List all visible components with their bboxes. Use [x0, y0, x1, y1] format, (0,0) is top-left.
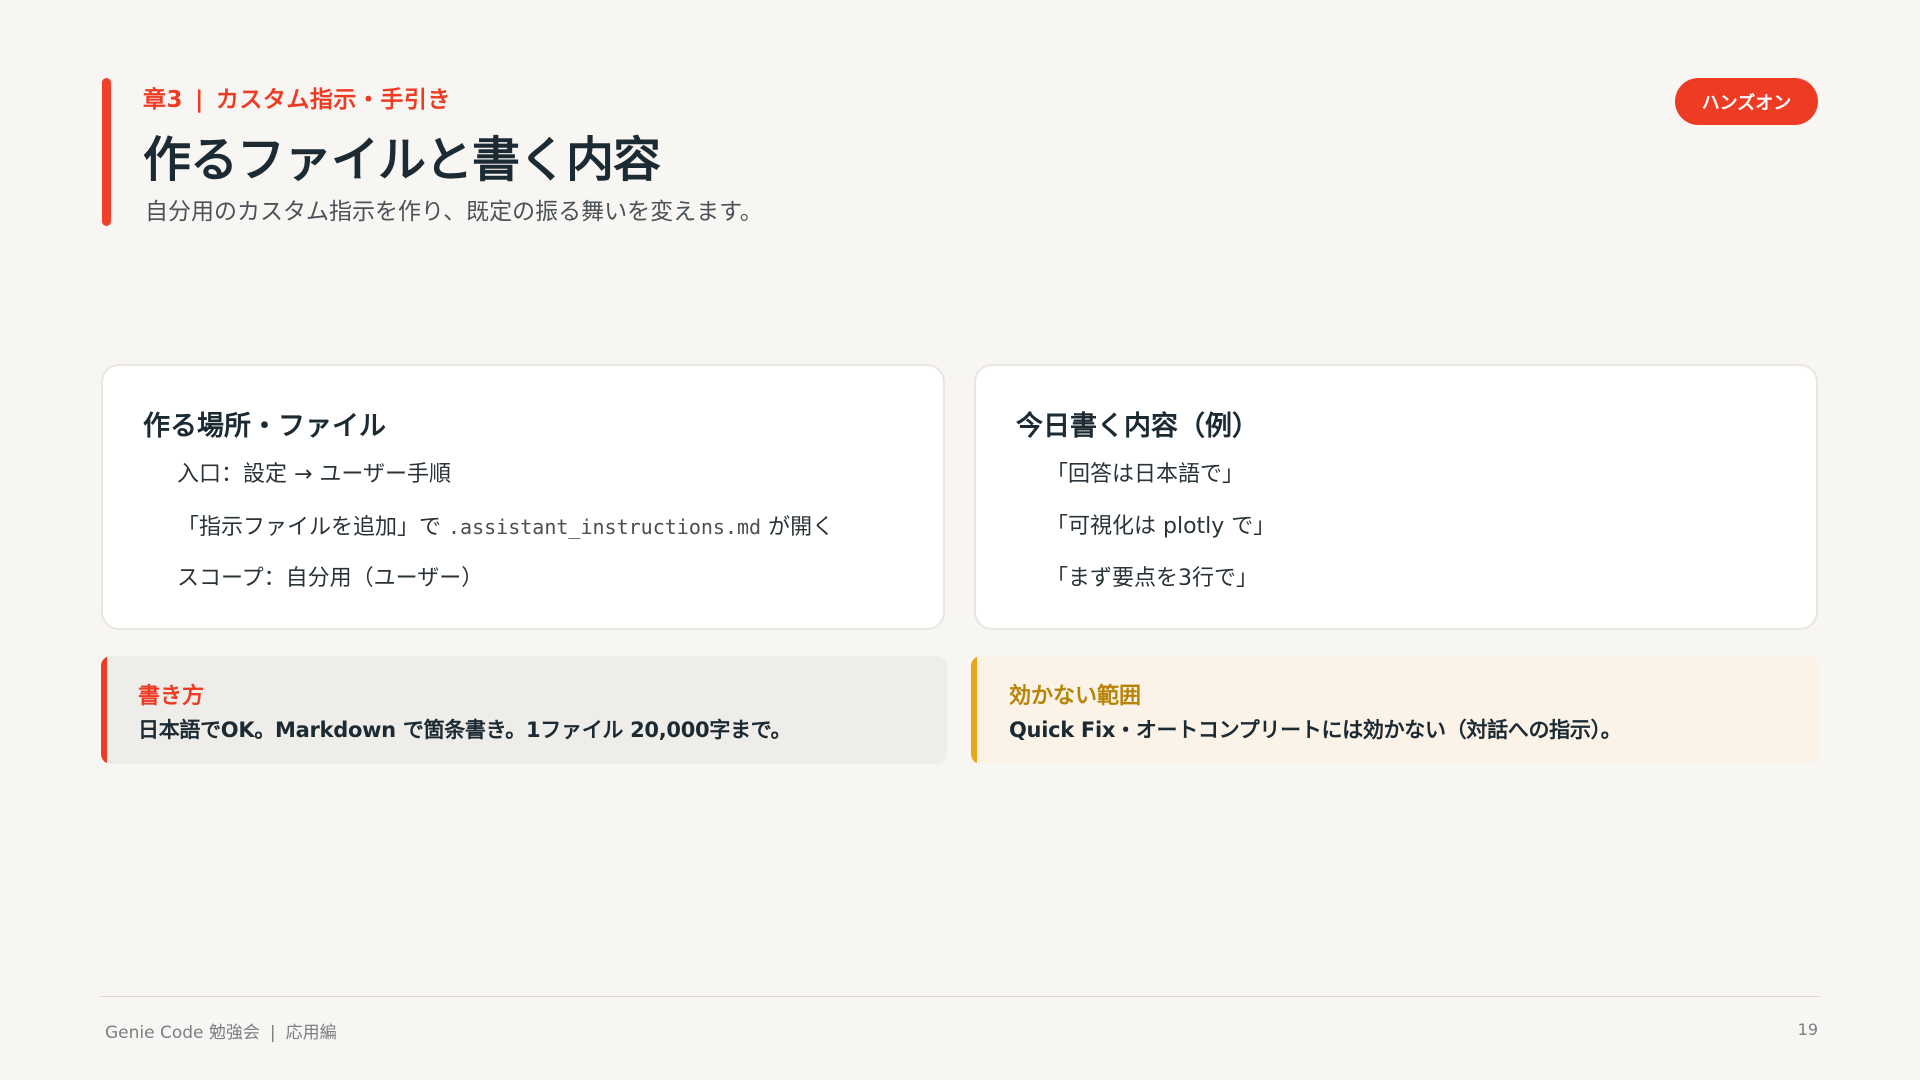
list-item-prefix: 「指示ファイルを追加」で — [177, 515, 448, 540]
note-body: 日本語でOK。Markdown で箇条書き。1ファイル 20,000字まで。 — [138, 718, 792, 742]
note-out-of-scope: 効かない範囲 Quick Fix・オートコンプリートには効かない（対話への指示）… — [971, 656, 1819, 764]
card-location-file: 作る場所・ファイル 入口：設定 → ユーザー手順 「指示ファイルを追加」で .a… — [101, 364, 945, 630]
filename-code: .assistant_instructions.md — [448, 515, 762, 539]
chapter-label: 章3 | カスタム指示・手引き — [143, 80, 451, 114]
title-accent-bar — [102, 78, 111, 226]
footer-deck-label: Genie Code 勉強会 | 応用編 — [105, 1018, 337, 1043]
hands-on-badge: ハンズオン — [1675, 78, 1818, 125]
list-item-suffix: が開く — [761, 515, 835, 540]
chapter-number: 章3 — [143, 87, 184, 113]
list-item: 「指示ファイルを追加」で .assistant_instructions.md … — [177, 512, 834, 564]
page-number: 19 — [1797, 1020, 1818, 1039]
page-subtitle: 自分用のカスタム指示を作り、既定の振る舞いを変えます。 — [145, 199, 763, 225]
note-body: Quick Fix・オートコンプリートには効かない（対話への指示）。 — [1009, 718, 1622, 742]
chapter-separator: | — [195, 87, 204, 113]
card-list: 入口：設定 → ユーザー手順 「指示ファイルを追加」で .assistant_i… — [177, 460, 834, 616]
list-item: 「回答は日本語で」 — [1046, 462, 1245, 487]
list-item: 「まず要点を3行で」 — [1046, 566, 1258, 591]
list-item: 入口：設定 → ユーザー手順 — [177, 462, 451, 487]
footer-section: 応用編 — [285, 1023, 337, 1043]
note-title: 効かない範囲 — [1009, 684, 1142, 709]
note-stripe — [101, 656, 107, 764]
note-stripe — [971, 656, 977, 764]
card-content-examples: 今日書く内容（例） 「回答は日本語で」 「可視化は plotly で」 「まず要… — [974, 364, 1818, 630]
footer-separator: | — [269, 1023, 276, 1043]
page-title: 作るファイルと書く内容 — [143, 132, 661, 188]
card-title: 作る場所・ファイル — [143, 411, 386, 442]
chapter-topic: カスタム指示・手引き — [215, 87, 451, 113]
card-list: 「回答は日本語で」 「可視化は plotly で」 「まず要点を3行で」 — [1046, 460, 1275, 616]
list-item: 「可視化は plotly で」 — [1046, 514, 1276, 539]
footer-divider — [101, 996, 1819, 997]
list-item: スコープ：自分用（ユーザー） — [177, 566, 484, 591]
footer-deck: Genie Code 勉強会 — [105, 1023, 260, 1043]
card-title: 今日書く内容（例） — [1016, 411, 1259, 442]
note-how-to-write: 書き方 日本語でOK。Markdown で箇条書き。1ファイル 20,000字ま… — [101, 656, 947, 764]
note-title: 書き方 — [138, 684, 205, 709]
